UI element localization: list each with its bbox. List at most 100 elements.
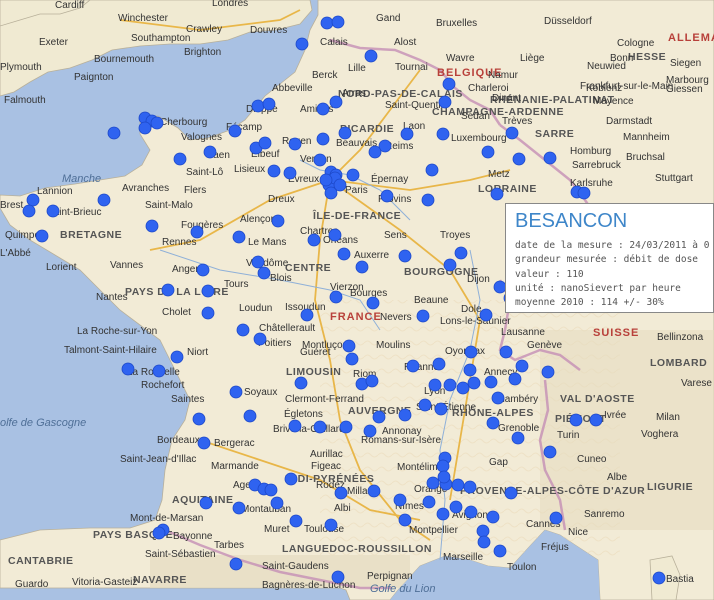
measurement-station-marker[interactable] — [481, 145, 495, 159]
measurement-station-marker[interactable] — [316, 132, 330, 146]
measurement-station-marker[interactable] — [271, 214, 285, 228]
measurement-station-marker[interactable] — [257, 266, 271, 280]
measurement-station-marker[interactable] — [652, 571, 666, 585]
measurement-station-marker[interactable] — [300, 308, 314, 322]
measurement-station-marker[interactable] — [150, 116, 164, 130]
measurement-station-marker[interactable] — [543, 151, 557, 165]
measurement-station-marker[interactable] — [451, 478, 465, 492]
measurement-station-marker[interactable] — [26, 193, 40, 207]
measurement-station-marker[interactable] — [346, 168, 360, 182]
measurement-station-marker[interactable] — [313, 153, 327, 167]
measurement-station-marker[interactable] — [442, 77, 456, 91]
measurement-station-marker[interactable] — [229, 557, 243, 571]
measurement-station-marker[interactable] — [228, 124, 242, 138]
measurement-station-marker[interactable] — [467, 376, 481, 390]
measurement-station-marker[interactable] — [400, 127, 414, 141]
measurement-station-marker[interactable] — [258, 136, 272, 150]
measurement-station-marker[interactable] — [365, 374, 379, 388]
measurement-station-marker[interactable] — [97, 193, 111, 207]
measurement-station-marker[interactable] — [236, 323, 250, 337]
measurement-station-marker[interactable] — [338, 126, 352, 140]
measurement-station-marker[interactable] — [262, 97, 276, 111]
measurement-station-marker[interactable] — [345, 352, 359, 366]
measurement-station-marker[interactable] — [454, 246, 468, 260]
measurement-station-marker[interactable] — [201, 284, 215, 298]
measurement-station-marker[interactable] — [364, 49, 378, 63]
measurement-station-marker[interactable] — [329, 95, 343, 109]
measurement-station-marker[interactable] — [541, 365, 555, 379]
measurement-station-marker[interactable] — [504, 486, 518, 500]
measurement-station-marker[interactable] — [428, 378, 442, 392]
measurement-station-marker[interactable] — [511, 431, 525, 445]
measurement-station-marker[interactable] — [432, 357, 446, 371]
measurement-station-marker[interactable] — [264, 483, 278, 497]
measurement-station-marker[interactable] — [170, 350, 184, 364]
measurement-station-marker[interactable] — [543, 445, 557, 459]
measurement-station-marker[interactable] — [436, 459, 450, 473]
measurement-station-marker[interactable] — [152, 526, 166, 540]
measurement-station-marker[interactable] — [324, 518, 338, 532]
measurement-station-marker[interactable] — [251, 99, 265, 113]
measurement-station-marker[interactable] — [190, 225, 204, 239]
measurement-station-marker[interactable] — [339, 420, 353, 434]
measurement-station-marker[interactable] — [267, 164, 281, 178]
measurement-station-marker[interactable] — [477, 535, 491, 549]
measurement-station-marker[interactable] — [333, 178, 347, 192]
measurement-station-marker[interactable] — [251, 255, 265, 269]
measurement-station-marker[interactable] — [418, 398, 432, 412]
measurement-station-marker[interactable] — [331, 570, 345, 584]
measurement-station-marker[interactable] — [229, 385, 243, 399]
measurement-station-marker[interactable] — [505, 126, 519, 140]
measurement-station-marker[interactable] — [138, 121, 152, 135]
measurement-station-marker[interactable] — [283, 166, 297, 180]
measurement-station-marker[interactable] — [288, 137, 302, 151]
measurement-station-marker[interactable] — [199, 496, 213, 510]
measurement-station-marker[interactable] — [490, 187, 504, 201]
measurement-station-marker[interactable] — [289, 514, 303, 528]
measurement-station-marker[interactable] — [313, 420, 327, 434]
measurement-station-marker[interactable] — [422, 495, 436, 509]
measurement-station-marker[interactable] — [508, 372, 522, 386]
measurement-station-marker[interactable] — [493, 544, 507, 558]
measurement-station-marker[interactable] — [443, 378, 457, 392]
measurement-station-marker[interactable] — [284, 472, 298, 486]
measurement-station-marker[interactable] — [232, 501, 246, 515]
measurement-station-marker[interactable] — [35, 229, 49, 243]
measurement-station-marker[interactable] — [398, 249, 412, 263]
measurement-station-marker[interactable] — [549, 511, 563, 525]
measurement-station-marker[interactable] — [201, 306, 215, 320]
measurement-station-marker[interactable] — [416, 309, 430, 323]
measurement-station-marker[interactable] — [484, 375, 498, 389]
measurement-station-marker[interactable] — [380, 189, 394, 203]
measurement-station-marker[interactable] — [203, 145, 217, 159]
measurement-station-marker[interactable] — [443, 258, 457, 272]
measurement-station-marker[interactable] — [515, 359, 529, 373]
measurement-station-marker[interactable] — [366, 296, 380, 310]
measurement-station-marker[interactable] — [577, 186, 591, 200]
measurement-station-marker[interactable] — [499, 345, 513, 359]
measurement-station-marker[interactable] — [363, 424, 377, 438]
measurement-station-marker[interactable] — [464, 505, 478, 519]
measurement-station-marker[interactable] — [342, 339, 356, 353]
measurement-station-marker[interactable] — [393, 493, 407, 507]
measurement-station-marker[interactable] — [463, 480, 477, 494]
measurement-station-marker[interactable] — [368, 145, 382, 159]
measurement-station-marker[interactable] — [406, 359, 420, 373]
measurement-station-marker[interactable] — [173, 152, 187, 166]
measurement-station-marker[interactable] — [288, 419, 302, 433]
measurement-station-marker[interactable] — [476, 524, 490, 538]
measurement-station-marker[interactable] — [456, 381, 470, 395]
measurement-station-marker[interactable] — [398, 408, 412, 422]
measurement-station-marker[interactable] — [196, 263, 210, 277]
measurement-station-marker[interactable] — [320, 16, 334, 30]
measurement-station-marker[interactable] — [425, 163, 439, 177]
measurement-station-marker[interactable] — [479, 308, 493, 322]
measurement-station-marker[interactable] — [192, 412, 206, 426]
measurement-station-marker[interactable] — [436, 507, 450, 521]
measurement-station-marker[interactable] — [398, 513, 412, 527]
measurement-station-marker[interactable] — [328, 228, 342, 242]
measurement-station-marker[interactable] — [270, 496, 284, 510]
measurement-station-marker[interactable] — [512, 152, 526, 166]
measurement-station-marker[interactable] — [589, 413, 603, 427]
measurement-station-marker[interactable] — [316, 102, 330, 116]
